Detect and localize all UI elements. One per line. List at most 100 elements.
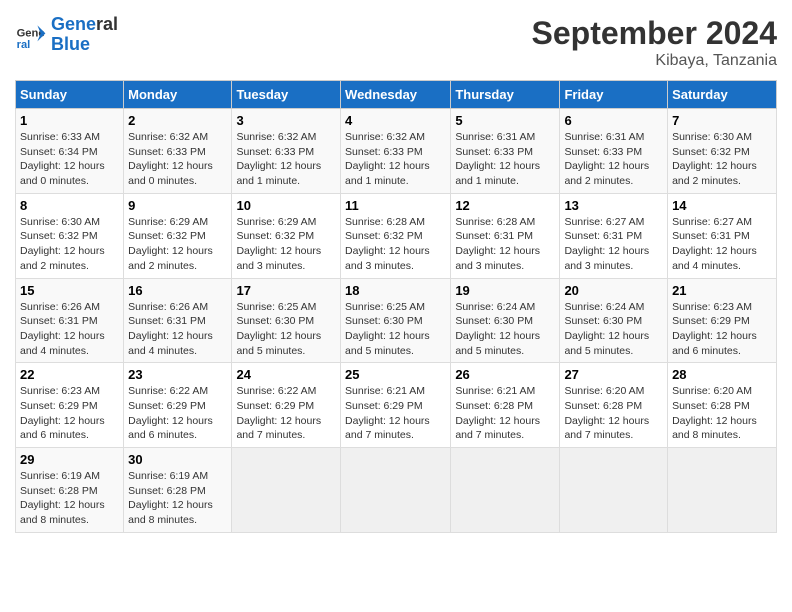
day-number: 28 bbox=[672, 367, 772, 382]
calendar-week-row: 8Sunrise: 6:30 AMSunset: 6:32 PMDaylight… bbox=[16, 193, 777, 278]
col-header-wednesday: Wednesday bbox=[341, 81, 451, 109]
calendar-cell bbox=[341, 448, 451, 533]
col-header-tuesday: Tuesday bbox=[232, 81, 341, 109]
day-number: 16 bbox=[128, 283, 227, 298]
calendar-week-row: 29Sunrise: 6:19 AMSunset: 6:28 PMDayligh… bbox=[16, 448, 777, 533]
month-year-title: September 2024 bbox=[532, 15, 777, 52]
day-number: 17 bbox=[236, 283, 336, 298]
day-detail: Sunrise: 6:28 AMSunset: 6:32 PMDaylight:… bbox=[345, 215, 446, 274]
day-detail: Sunrise: 6:21 AMSunset: 6:28 PMDaylight:… bbox=[455, 384, 555, 443]
calendar-cell: 25 Sunrise: 6:21 AMSunset: 6:29 PMDayligh… bbox=[341, 363, 451, 448]
day-detail: Sunrise: 6:28 AMSunset: 6:31 PMDaylight:… bbox=[455, 215, 555, 274]
calendar-cell: 29Sunrise: 6:19 AMSunset: 6:28 PMDayligh… bbox=[16, 448, 124, 533]
day-detail: Sunrise: 6:32 AMSunset: 6:33 PMDaylight:… bbox=[236, 130, 336, 189]
day-detail: Sunrise: 6:22 AMSunset: 6:29 PMDaylight:… bbox=[236, 384, 336, 443]
col-header-thursday: Thursday bbox=[451, 81, 560, 109]
day-detail: Sunrise: 6:23 AMSunset: 6:29 PMDaylight:… bbox=[672, 300, 772, 359]
day-detail: Sunrise: 6:21 AMSunset: 6:29 PMDaylight:… bbox=[345, 384, 446, 443]
calendar-header-row: SundayMondayTuesdayWednesdayThursdayFrid… bbox=[16, 81, 777, 109]
calendar-cell: 12 Sunrise: 6:28 AMSunset: 6:31 PMDayligh… bbox=[451, 193, 560, 278]
day-number: 30 bbox=[128, 452, 227, 467]
day-number: 20 bbox=[564, 283, 663, 298]
day-detail: Sunrise: 6:27 AMSunset: 6:31 PMDaylight:… bbox=[564, 215, 663, 274]
calendar-cell bbox=[232, 448, 341, 533]
calendar-cell: 27 Sunrise: 6:20 AMSunset: 6:28 PMDayligh… bbox=[560, 363, 668, 448]
calendar-cell: 7 Sunrise: 6:30 AMSunset: 6:32 PMDaylight… bbox=[668, 109, 777, 194]
col-header-friday: Friday bbox=[560, 81, 668, 109]
day-detail: Sunrise: 6:29 AMSunset: 6:32 PMDaylight:… bbox=[128, 215, 227, 274]
day-number: 2 bbox=[128, 113, 227, 128]
calendar-week-row: 15 Sunrise: 6:26 AMSunset: 6:31 PMDayligh… bbox=[16, 278, 777, 363]
day-number: 12 bbox=[455, 198, 555, 213]
calendar-cell: 22Sunrise: 6:23 AMSunset: 6:29 PMDayligh… bbox=[16, 363, 124, 448]
day-number: 9 bbox=[128, 198, 227, 213]
day-number: 21 bbox=[672, 283, 772, 298]
calendar-cell: 16 Sunrise: 6:26 AMSunset: 6:31 PMDayligh… bbox=[124, 278, 232, 363]
day-number: 19 bbox=[455, 283, 555, 298]
calendar-cell: 14Sunrise: 6:27 AMSunset: 6:31 PMDayligh… bbox=[668, 193, 777, 278]
day-number: 7 bbox=[672, 113, 772, 128]
col-header-monday: Monday bbox=[124, 81, 232, 109]
day-detail: Sunrise: 6:31 AMSunset: 6:33 PMDaylight:… bbox=[564, 130, 663, 189]
calendar-cell: 21 Sunrise: 6:23 AMSunset: 6:29 PMDayligh… bbox=[668, 278, 777, 363]
calendar-cell: 19 Sunrise: 6:24 AMSunset: 6:30 PMDayligh… bbox=[451, 278, 560, 363]
calendar-cell: 28 Sunrise: 6:20 AMSunset: 6:28 PMDayligh… bbox=[668, 363, 777, 448]
day-detail: Sunrise: 6:33 AMSunset: 6:34 PMDaylight:… bbox=[20, 130, 119, 189]
day-number: 4 bbox=[345, 113, 446, 128]
calendar-cell: 2Sunrise: 6:32 AMSunset: 6:33 PMDaylight… bbox=[124, 109, 232, 194]
calendar-cell: 13Sunrise: 6:27 AMSunset: 6:31 PMDayligh… bbox=[560, 193, 668, 278]
calendar-cell: 26Sunrise: 6:21 AMSunset: 6:28 PMDayligh… bbox=[451, 363, 560, 448]
day-detail: Sunrise: 6:29 AMSunset: 6:32 PMDaylight:… bbox=[236, 215, 336, 274]
calendar-cell bbox=[451, 448, 560, 533]
day-number: 6 bbox=[564, 113, 663, 128]
calendar-cell: 10 Sunrise: 6:29 AMSunset: 6:32 PMDayligh… bbox=[232, 193, 341, 278]
day-detail: Sunrise: 6:25 AMSunset: 6:30 PMDaylight:… bbox=[345, 300, 446, 359]
calendar-cell: 15 Sunrise: 6:26 AMSunset: 6:31 PMDayligh… bbox=[16, 278, 124, 363]
day-detail: Sunrise: 6:32 AMSunset: 6:33 PMDaylight:… bbox=[345, 130, 446, 189]
calendar-cell: 3 Sunrise: 6:32 AMSunset: 6:33 PMDaylight… bbox=[232, 109, 341, 194]
calendar-cell: 17 Sunrise: 6:25 AMSunset: 6:30 PMDayligh… bbox=[232, 278, 341, 363]
day-number: 5 bbox=[455, 113, 555, 128]
day-number: 15 bbox=[20, 283, 119, 298]
day-detail: Sunrise: 6:20 AMSunset: 6:28 PMDaylight:… bbox=[672, 384, 772, 443]
day-detail: Sunrise: 6:31 AMSunset: 6:33 PMDaylight:… bbox=[455, 130, 555, 189]
day-detail: Sunrise: 6:30 AMSunset: 6:32 PMDaylight:… bbox=[672, 130, 772, 189]
day-detail: Sunrise: 6:24 AMSunset: 6:30 PMDaylight:… bbox=[455, 300, 555, 359]
day-number: 23 bbox=[128, 367, 227, 382]
calendar-cell: 4 Sunrise: 6:32 AMSunset: 6:33 PMDaylight… bbox=[341, 109, 451, 194]
day-number: 25 bbox=[345, 367, 446, 382]
location-subtitle: Kibaya, Tanzania bbox=[532, 52, 777, 70]
day-detail: Sunrise: 6:26 AMSunset: 6:31 PMDaylight:… bbox=[128, 300, 227, 359]
calendar-cell: 24 Sunrise: 6:22 AMSunset: 6:29 PMDayligh… bbox=[232, 363, 341, 448]
day-detail: Sunrise: 6:23 AMSunset: 6:29 PMDaylight:… bbox=[20, 384, 119, 443]
svg-text:ral: ral bbox=[17, 39, 31, 51]
day-number: 27 bbox=[564, 367, 663, 382]
day-detail: Sunrise: 6:24 AMSunset: 6:30 PMDaylight:… bbox=[564, 300, 663, 359]
day-detail: Sunrise: 6:30 AMSunset: 6:32 PMDaylight:… bbox=[20, 215, 119, 274]
day-number: 11 bbox=[345, 198, 446, 213]
calendar-table: SundayMondayTuesdayWednesdayThursdayFrid… bbox=[15, 80, 777, 533]
calendar-cell: 5 Sunrise: 6:31 AMSunset: 6:33 PMDaylight… bbox=[451, 109, 560, 194]
day-detail: Sunrise: 6:20 AMSunset: 6:28 PMDaylight:… bbox=[564, 384, 663, 443]
calendar-cell: 11 Sunrise: 6:28 AMSunset: 6:32 PMDayligh… bbox=[341, 193, 451, 278]
title-block: September 2024 Kibaya, Tanzania bbox=[532, 15, 777, 70]
logo: Gene ral GeneralBlue bbox=[15, 15, 118, 55]
day-number: 10 bbox=[236, 198, 336, 213]
calendar-cell bbox=[668, 448, 777, 533]
calendar-cell: 9 Sunrise: 6:29 AMSunset: 6:32 PMDaylight… bbox=[124, 193, 232, 278]
calendar-cell: 1Sunrise: 6:33 AMSunset: 6:34 PMDaylight… bbox=[16, 109, 124, 194]
day-detail: Sunrise: 6:19 AMSunset: 6:28 PMDaylight:… bbox=[20, 469, 119, 528]
day-number: 3 bbox=[236, 113, 336, 128]
day-detail: Sunrise: 6:27 AMSunset: 6:31 PMDaylight:… bbox=[672, 215, 772, 274]
calendar-week-row: 1Sunrise: 6:33 AMSunset: 6:34 PMDaylight… bbox=[16, 109, 777, 194]
calendar-week-row: 22Sunrise: 6:23 AMSunset: 6:29 PMDayligh… bbox=[16, 363, 777, 448]
col-header-saturday: Saturday bbox=[668, 81, 777, 109]
day-detail: Sunrise: 6:19 AMSunset: 6:28 PMDaylight:… bbox=[128, 469, 227, 528]
col-header-sunday: Sunday bbox=[16, 81, 124, 109]
day-number: 18 bbox=[345, 283, 446, 298]
calendar-cell bbox=[560, 448, 668, 533]
day-detail: Sunrise: 6:25 AMSunset: 6:30 PMDaylight:… bbox=[236, 300, 336, 359]
day-detail: Sunrise: 6:26 AMSunset: 6:31 PMDaylight:… bbox=[20, 300, 119, 359]
day-number: 24 bbox=[236, 367, 336, 382]
page-header: Gene ral GeneralBlue September 2024 Kiba… bbox=[15, 15, 777, 70]
